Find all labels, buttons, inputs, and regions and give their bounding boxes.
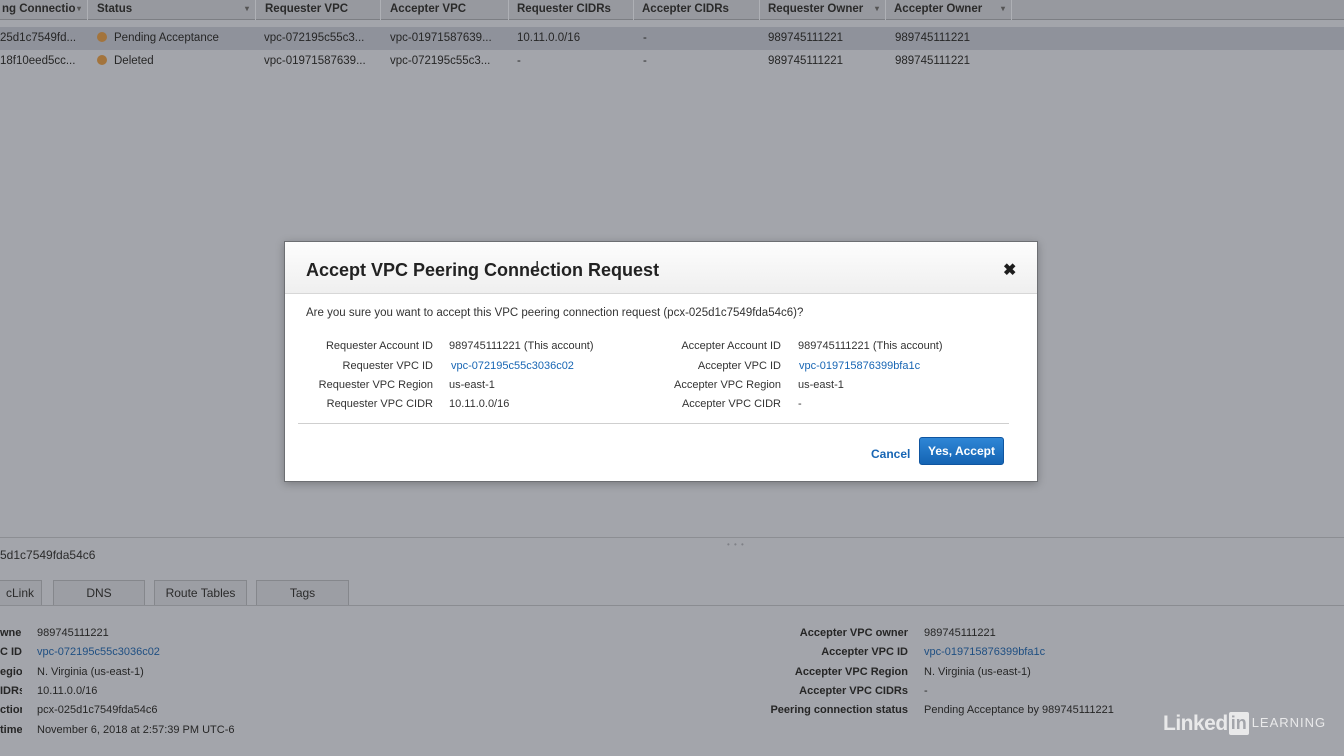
field-value: 10.11.0.0/16 [449, 398, 510, 410]
accepter-vpc-link[interactable]: vpc-019715876399bfa1c [924, 646, 1045, 658]
field-value: 989745111221 (This account) [449, 340, 594, 352]
close-icon[interactable]: ✖ [1003, 260, 1016, 280]
selected-connection-id: 5d1c7549fda54c6 [0, 548, 96, 562]
status-label: Deleted [114, 55, 154, 67]
cell-accepter-cidrs: - [643, 32, 647, 44]
detail-label: time [0, 724, 22, 736]
detail-label: Accepter VPC owner [799, 627, 908, 639]
status-deleted-icon [97, 55, 107, 65]
panel-divider[interactable] [0, 537, 1344, 538]
detail-value: - [924, 685, 928, 697]
accept-peering-dialog: Accept VPC Peering Connection Request ✖ … [284, 241, 1038, 482]
column-header-accepter-vpc[interactable]: Accepter VPC [382, 0, 509, 20]
field-label: Accepter Account ID [681, 340, 781, 352]
yes-accept-button[interactable]: Yes, Accept [919, 437, 1004, 465]
column-header-label: Status [97, 3, 133, 15]
filter-caret-icon[interactable]: ▾ [245, 0, 249, 18]
detail-value: 10.11.0.0/16 [37, 685, 98, 697]
field-label: Requester Account ID [325, 340, 433, 352]
cell-connection-id: 25d1c7549fd... [0, 32, 77, 44]
detail-label: C ID [0, 646, 22, 658]
detail-value: 989745111221 [924, 627, 996, 639]
logo-word: Linked [1163, 712, 1228, 735]
column-header-requester-owner[interactable]: Requester Owner ▾ [761, 0, 886, 20]
field-label: Accepter VPC ID [697, 360, 781, 372]
confirmation-question: Are you sure you want to accept this VPC… [306, 307, 804, 319]
tab-tags[interactable]: Tags [256, 580, 349, 606]
column-header-label: Requester Owner [768, 3, 864, 15]
detail-label: Accepter VPC ID [821, 646, 908, 658]
requester-vpc-link[interactable]: vpc-072195c55c3036c02 [37, 646, 160, 658]
column-header-accepter-cidrs[interactable]: Accepter CIDRs [635, 0, 760, 20]
logo-in-badge: in [1228, 712, 1249, 735]
accepter-vpc-id-link[interactable]: vpc-019715876399bfa1c [799, 360, 920, 372]
logo-learning: LEARNING [1251, 715, 1327, 730]
filter-caret-icon[interactable]: ▾ [875, 0, 879, 18]
status-pending-icon [97, 32, 107, 42]
column-header-status[interactable]: Status ▾ [89, 0, 256, 20]
table-row[interactable]: 25d1c7549fd... Pending Acceptance vpc-07… [0, 27, 1344, 50]
text-cursor-icon: I [535, 259, 540, 276]
requester-vpc-id-link[interactable]: vpc-072195c55c3036c02 [451, 360, 574, 372]
cell-status: Pending Acceptance [97, 27, 252, 50]
dialog-separator [298, 423, 1009, 424]
detail-label: IDRs [0, 685, 22, 697]
cell-requester-cidrs: 10.11.0.0/16 [517, 32, 581, 44]
cell-accepter-vpc: vpc-01971587639... [390, 32, 492, 44]
cell-accepter-cidrs: - [643, 55, 647, 67]
detail-value: N. Virginia (us-east-1) [37, 666, 144, 678]
field-value: - [798, 398, 802, 410]
cell-requester-cidrs: - [517, 55, 521, 67]
detail-label: Accepter VPC Region [794, 666, 908, 678]
cancel-button[interactable]: Cancel [871, 447, 910, 461]
tab-classiclink[interactable]: cLink [0, 580, 42, 606]
field-value: 989745111221 (This account) [798, 340, 943, 352]
tabs-divider [0, 605, 1344, 606]
cell-accepter-owner: 989745111221 [895, 55, 971, 67]
cell-requester-vpc: vpc-072195c55c3... [264, 32, 365, 44]
sort-caret-icon[interactable]: ▾ [77, 0, 81, 18]
filter-caret-icon[interactable]: ▾ [1001, 0, 1005, 18]
table-header: ng Connectio ▾ Status ▾ Requester VPC Acce… [0, 0, 1344, 20]
linkedin-learning-logo: Linked in LEARNING [1163, 712, 1326, 736]
column-header-requester-cidrs[interactable]: Requester CIDRs [510, 0, 634, 20]
detail-label: wner [0, 627, 22, 639]
field-label: Accepter VPC CIDR [681, 398, 781, 410]
detail-value: pcx-025d1c7549fda54c6 [37, 704, 158, 716]
tab-route-tables[interactable]: Route Tables [154, 580, 247, 606]
cell-accepter-owner: 989745111221 [895, 32, 971, 44]
field-label: Requester VPC Region [318, 379, 433, 391]
cell-accepter-vpc: vpc-072195c55c3... [390, 55, 491, 67]
detail-value: 989745111221 [37, 627, 109, 639]
detail-value: N. Virginia (us-east-1) [924, 666, 1031, 678]
field-label: Accepter VPC Region [674, 379, 781, 391]
cell-requester-owner: 989745111221 [768, 32, 844, 44]
column-header-label: Accepter Owner [894, 3, 983, 15]
field-value: us-east-1 [798, 379, 844, 391]
cell-requester-owner: 989745111221 [768, 55, 844, 67]
detail-label: ction [0, 704, 22, 716]
dialog-title: Accept VPC Peering Connection Request [306, 260, 660, 280]
detail-value: Pending Acceptance by 989745111221 [924, 704, 1114, 716]
field-label: Requester VPC ID [342, 360, 433, 372]
cell-status: Deleted [97, 50, 252, 73]
detail-label: Accepter VPC CIDRs [799, 685, 908, 697]
status-label: Pending Acceptance [114, 32, 219, 44]
column-header-requester-vpc[interactable]: Requester VPC [257, 0, 381, 20]
detail-label: egion [0, 666, 22, 678]
dialog-header: Accept VPC Peering Connection Request ✖ [285, 242, 1037, 294]
detail-label: Peering connection status [770, 704, 908, 716]
field-label: Requester VPC CIDR [326, 398, 433, 410]
detail-value: November 6, 2018 at 2:57:39 PM UTC-6 [37, 724, 235, 736]
resize-grip-icon[interactable]: • • • [727, 540, 745, 549]
field-value: us-east-1 [449, 379, 495, 391]
cell-connection-id: 18f10eed5cc... [0, 55, 76, 67]
column-header-label: ng Connectio [2, 3, 76, 15]
cell-requester-vpc: vpc-01971587639... [264, 55, 366, 67]
tab-dns[interactable]: DNS [53, 580, 145, 606]
column-header-accepter-owner[interactable]: Accepter Owner ▾ [887, 0, 1012, 20]
table-row[interactable]: 18f10eed5cc... Deleted vpc-01971587639..… [0, 50, 1344, 73]
column-header-peering-connection[interactable]: ng Connectio ▾ [0, 0, 88, 20]
